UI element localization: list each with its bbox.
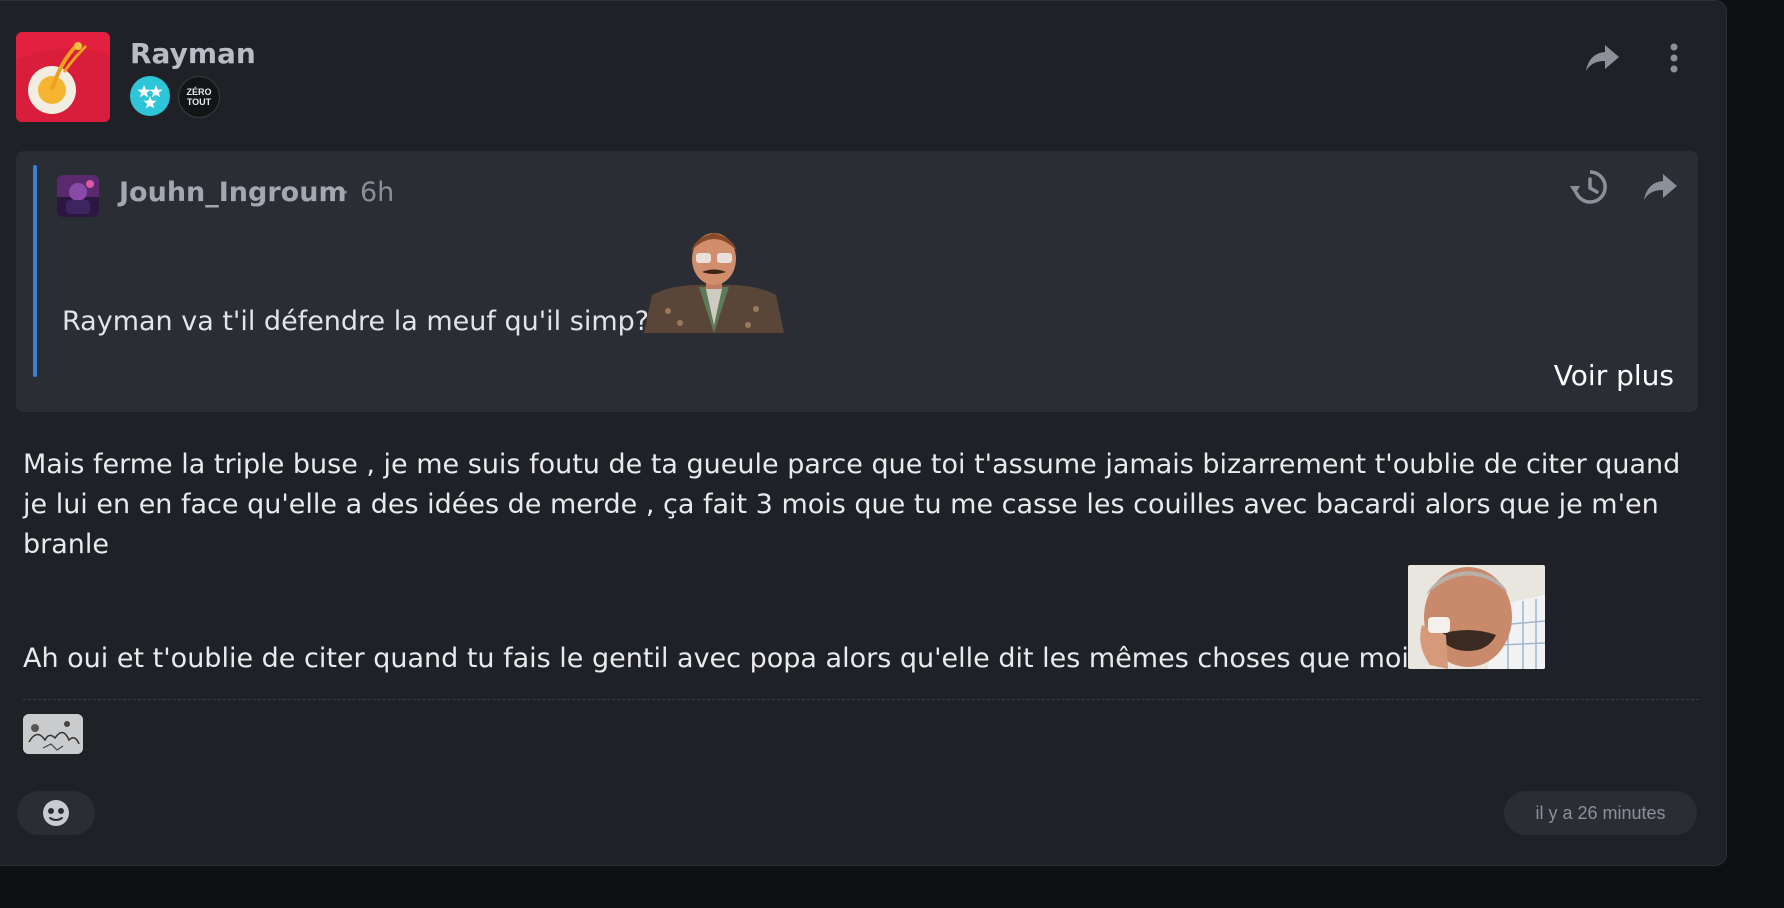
quoted-message: Jouhn_Ingroum · 6h Rayman va t'il défend… (16, 151, 1698, 412)
crying-sticker-image (1408, 565, 1545, 669)
author-badges: ZÉRO TOUT (130, 76, 220, 118)
see-more-link[interactable]: Voir plus (1554, 359, 1674, 392)
add-reaction-button[interactable] (17, 791, 95, 835)
message-paragraph-1: Mais ferme la triple buse , je me suis f… (23, 449, 1681, 560)
more-vertical-icon[interactable] (1654, 38, 1694, 78)
quote-text: Rayman va t'il défendre la meuf qu'il si… (62, 306, 650, 337)
quote-accent-bar (33, 165, 37, 377)
stars-badge (130, 76, 170, 116)
zero-tout-badge: ZÉRO TOUT (178, 76, 220, 118)
zero-tout-line1: ZÉRO (186, 87, 212, 97)
share-icon[interactable] (1581, 38, 1625, 78)
message-divider (23, 699, 1699, 700)
quote-sticker-image (644, 229, 784, 333)
quote-share-icon[interactable] (1638, 167, 1684, 207)
quote-author-name[interactable]: Jouhn_Ingroum (119, 177, 347, 208)
post-timestamp: il y a 26 minutes (1504, 791, 1697, 835)
author-name[interactable]: Rayman (130, 37, 256, 70)
quote-author-avatar[interactable] (57, 175, 99, 217)
quote-time: 6h (360, 177, 395, 208)
quote-separator: · (342, 181, 349, 206)
zero-tout-line2: TOUT (186, 97, 212, 107)
author-avatar[interactable] (16, 32, 110, 122)
history-icon[interactable] (1564, 165, 1612, 209)
post-card: Rayman ZÉRO TOUT Jouhn_Ingroum · 6h Raym… (0, 0, 1727, 866)
emoji-react-icon (43, 800, 69, 826)
attachment-thumbnail[interactable] (23, 714, 83, 754)
